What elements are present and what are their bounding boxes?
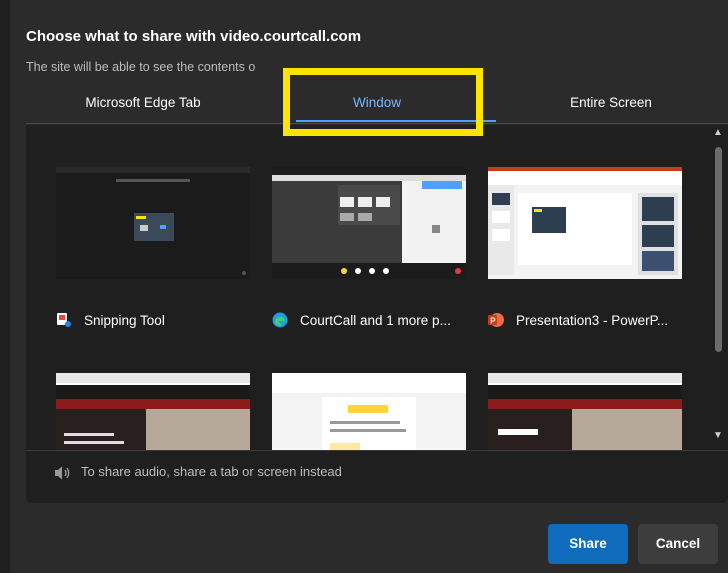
window-item-browser-2[interactable] [488,373,688,450]
edge-icon [272,312,288,328]
window-item-browser-1[interactable] [56,373,256,450]
scroll-up-icon[interactable]: ▲ [712,127,724,139]
window-thumbnail [272,373,466,450]
tab-entire-screen[interactable]: Entire Screen [494,86,728,124]
window-item-snipping-tool[interactable]: Snipping Tool [56,167,256,337]
window-thumbnail [488,373,682,450]
scroll-down-icon[interactable]: ▼ [712,430,724,442]
window-item-powerpoint[interactable]: P Presentation3 - PowerP... [488,167,688,337]
powerpoint-icon: P [488,312,504,328]
window-list-scrollbar[interactable]: ▲ ▼ [708,125,728,450]
window-item-courtcall[interactable]: CourtCall and 1 more p... [272,167,472,337]
window-thumbnail [56,373,250,450]
speaker-icon [54,465,72,486]
share-button[interactable]: Share [548,524,628,564]
window-item-label: CourtCall and 1 more p... [272,308,451,332]
window-tab-highlight-box [283,68,483,136]
window-thumbnail [488,167,682,279]
audio-info-row: To share audio, share a tab or screen in… [26,450,728,503]
window-item-label: Snipping Tool [56,308,165,332]
window-thumbnail [56,167,250,279]
snipping-tool-icon [56,312,72,328]
tab-microsoft-edge-tab[interactable]: Microsoft Edge Tab [26,86,260,124]
scrollbar-thumb[interactable] [715,147,722,352]
window-item-label: P Presentation3 - PowerP... [488,308,668,332]
window-item-document[interactable] [272,373,472,450]
svg-text:P: P [490,317,496,326]
dialog-title: Choose what to share with video.courtcal… [26,28,362,45]
cancel-button[interactable]: Cancel [638,524,718,564]
window-thumbnail [272,167,466,279]
audio-info-text: To share audio, share a tab or screen in… [81,464,342,479]
dialog-subtitle: The site will be able to see the content… [26,60,256,74]
window-list-pane: Snipping Tool CourtCall and 1 more p... … [26,125,728,503]
window-grid: Snipping Tool CourtCall and 1 more p... … [26,125,702,450]
